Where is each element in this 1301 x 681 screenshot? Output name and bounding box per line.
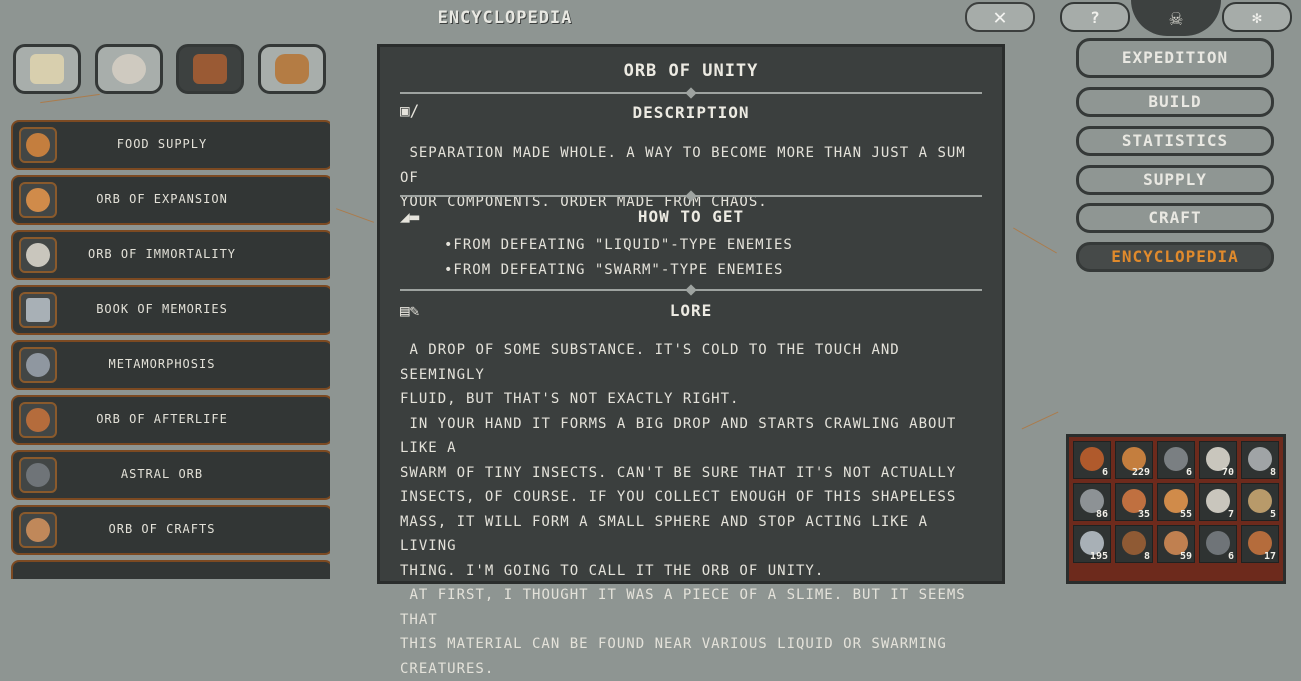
entry-title: Orb of Unity (623, 61, 759, 81)
inventory-slot[interactable]: 229 (1115, 441, 1153, 479)
list-item-partial[interactable] (11, 560, 330, 579)
list-item[interactable]: Orb of Crafts (11, 505, 330, 555)
list-item[interactable]: Orb of Expansion (11, 175, 330, 225)
list-item[interactable]: Astral Orb (11, 450, 330, 500)
menu-craft-button[interactable]: Craft (1076, 203, 1274, 233)
slot-count: 6 (1185, 467, 1192, 478)
list-item-label: Orb of Expansion (96, 192, 228, 206)
close-button[interactable]: ✕ (965, 2, 1035, 32)
resource-icon (1248, 489, 1272, 513)
slot-count: 6 (1227, 551, 1234, 562)
inventory-slot[interactable]: 55 (1157, 483, 1195, 521)
resource-icon (1164, 447, 1188, 471)
lore-heading: Lore (669, 301, 713, 320)
inventory-slot[interactable]: 70 (1199, 441, 1237, 479)
tab-enemies[interactable] (95, 44, 163, 94)
list-item[interactable]: Orb of Afterlife (11, 395, 330, 445)
slot-count: 86 (1095, 509, 1108, 520)
inventory-slot[interactable]: 6 (1157, 441, 1195, 479)
wall-crack (1021, 411, 1059, 430)
slot-count: 7 (1227, 509, 1234, 520)
close-icon: ✕ (993, 4, 1007, 30)
resource-icon (1122, 531, 1146, 555)
inventory-grid: 6 229 6 70 8 86 35 55 7 5 195 8 59 6 17 (1066, 434, 1286, 584)
help-button[interactable]: ? (1060, 2, 1130, 32)
slot-count: 6 (1101, 467, 1108, 478)
slot-count: 59 (1179, 551, 1192, 562)
inventory-slot[interactable]: 17 (1241, 525, 1279, 563)
list-item-label: Orb of Afterlife (96, 412, 228, 426)
gear-icon: ✻ (1252, 7, 1262, 27)
inventory-slot[interactable]: 6 (1073, 441, 1111, 479)
menu-statistics-button[interactable]: Statistics (1076, 126, 1274, 156)
how-to-get-heading: How to get (637, 207, 745, 226)
wall-crack (336, 208, 374, 223)
skull-icon: ☠ (1169, 5, 1183, 31)
source-item: •From defeating "Liquid"-type enemies (444, 237, 793, 253)
list-item-label: Orb of Crafts (108, 522, 216, 536)
resource-icon (1206, 531, 1230, 555)
list-item[interactable]: Metamorphosis (11, 340, 330, 390)
skull-emblem: ☠ (1131, 0, 1221, 36)
slot-count: 70 (1221, 467, 1234, 478)
divider (400, 92, 982, 94)
inventory-slot[interactable]: 6 (1199, 525, 1237, 563)
tab-resources[interactable] (176, 44, 244, 94)
source-item: •From defeating "Swarm"-type enemies (444, 262, 784, 278)
menu-supply-button[interactable]: Supply (1076, 165, 1274, 195)
resource-icon (1206, 489, 1230, 513)
list-item-label: Book of Memories (96, 302, 228, 316)
slot-count: 17 (1263, 551, 1276, 562)
inventory-slot[interactable]: 5 (1241, 483, 1279, 521)
inventory-slot[interactable]: 59 (1157, 525, 1195, 563)
slot-count: 5 (1269, 509, 1276, 520)
lore-text: A drop of some substance. It's cold to t… (400, 342, 966, 677)
list-item-label: Metamorphosis (108, 357, 216, 371)
list-item-label: Astral Orb (120, 467, 204, 481)
inventory-slot[interactable]: 86 (1073, 483, 1111, 521)
inventory-slot[interactable]: 8 (1115, 525, 1153, 563)
divider (400, 195, 982, 197)
detail-panel: Orb of Unity ▣/ Description Separation m… (377, 44, 1005, 677)
inventory-slot[interactable]: 7 (1199, 483, 1237, 521)
tab-buildings[interactable] (258, 44, 326, 94)
slot-count: 35 (1137, 509, 1150, 520)
slot-count: 8 (1143, 551, 1150, 562)
menu-expedition-button[interactable]: Expedition (1076, 38, 1274, 78)
skull-icon (112, 54, 146, 84)
list-item-label: Food Supply (116, 137, 208, 151)
description-heading: Description (632, 103, 750, 122)
barrel-icon (275, 54, 309, 84)
divider (400, 289, 982, 291)
menu-encyclopedia-button[interactable]: Encyclopedia (1076, 242, 1274, 272)
tab-maps[interactable] (13, 44, 81, 94)
encyclopedia-list[interactable]: Food Supply Orb of Expansion Orb of Immo… (8, 104, 330, 579)
list-item-label: Orb of Immortality (87, 247, 237, 261)
list-item[interactable]: Orb of Immortality (11, 230, 330, 280)
resource-icon (193, 54, 227, 84)
slot-count: 195 (1089, 551, 1108, 562)
slot-count: 229 (1131, 467, 1150, 478)
resource-icon (1080, 447, 1104, 471)
wall-crack (1013, 227, 1057, 254)
inventory-slot[interactable]: 195 (1073, 525, 1111, 563)
screen-title: Encyclopedia (437, 8, 573, 28)
list-item[interactable]: Food Supply (11, 120, 330, 170)
wall-crack (40, 93, 100, 104)
slot-count: 8 (1269, 467, 1276, 478)
map-icon (30, 54, 64, 84)
help-icon: ? (1090, 7, 1100, 27)
inventory-slot[interactable]: 35 (1115, 483, 1153, 521)
inventory-slot[interactable]: 8 (1241, 441, 1279, 479)
menu-build-button[interactable]: Build (1076, 87, 1274, 117)
description-text: Separation made whole. A way to become m… (400, 145, 966, 210)
slot-count: 55 (1179, 509, 1192, 520)
resource-icon (1248, 447, 1272, 471)
list-item[interactable]: Book of Memories (11, 285, 330, 335)
settings-button[interactable]: ✻ (1222, 2, 1292, 32)
